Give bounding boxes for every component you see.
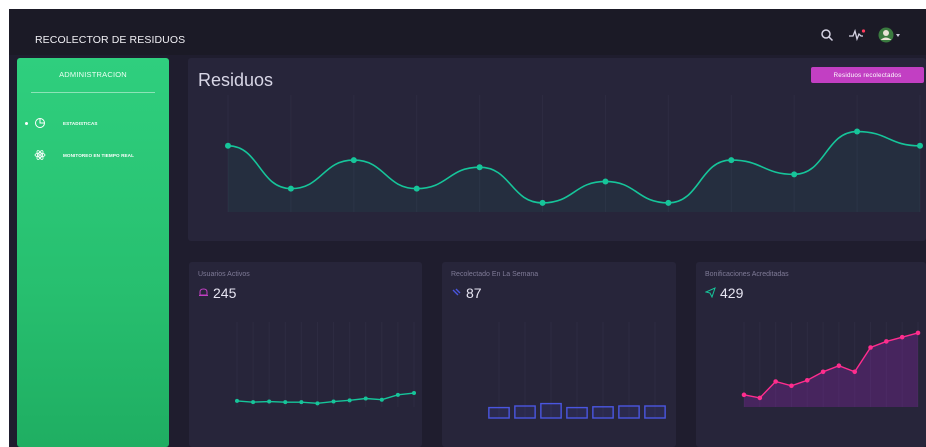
data-point [476,164,483,171]
data-point [379,397,384,402]
series-area [228,131,920,212]
search-icon[interactable] [815,23,839,47]
usuarios-line-chart [235,322,416,407]
residuos-chart-card: Residuos Residuos recolectados [188,58,926,241]
top-navbar: RECOLECTOR DE RESIDUOS [9,9,926,55]
screen-frame-top [0,0,926,9]
active-indicator [25,121,28,125]
data-point [363,396,368,401]
data-point [299,400,304,405]
data-point [235,398,239,403]
data-point [347,398,352,403]
activity-icon[interactable] [845,23,869,47]
usuarios-activos-card: Usuarios Activos 245 [189,262,422,447]
sidebar-item-estadisticas[interactable]: ESTADISTICAS [17,114,169,132]
data-point [804,377,810,383]
bonificaciones-card: Bonificaciones Acreditadas 429 [696,262,926,447]
data-point [395,392,400,397]
data-point [412,391,416,396]
data-point [836,363,842,369]
data-point [791,171,798,178]
data-point [251,400,256,405]
chart-pie-icon [34,117,46,129]
data-point [917,142,923,149]
data-point [602,178,609,185]
sidebar-item-label: MONITOREO EN TIEMPO REAL [63,152,134,158]
data-point [820,369,826,375]
bar [566,406,588,419]
data-point [283,400,288,405]
data-point [915,330,921,336]
sidebar-item-label: ESTADISTICAS [63,120,98,126]
screen-frame-left [0,0,9,447]
data-point [413,185,420,192]
data-point [331,399,336,404]
data-point [868,345,873,350]
data-point [287,185,294,192]
series-line [236,392,415,405]
data-point [539,199,546,206]
sidebar-header: ADMINISTRACION [59,70,127,79]
data-point [757,395,763,401]
residuos-line-chart [225,95,923,212]
bar [540,402,562,419]
avatar-icon[interactable] [877,23,901,47]
data-point [899,334,905,340]
data-point [773,379,778,384]
bar [618,405,640,419]
bonificaciones-line-chart [741,322,921,407]
bar [644,405,666,419]
recolectado-semana-card: Recolectado En La Semana 87 [442,262,676,447]
bar [514,405,536,419]
data-point [315,401,320,406]
data-point [350,157,357,164]
data-point [728,157,735,164]
data-point [852,369,858,375]
app-title: RECOLECTOR DE RESIDUOS [35,34,186,46]
bar [488,406,510,419]
data-point [267,399,272,404]
data-point [225,142,231,149]
bar [592,406,614,419]
sidebar: ADMINISTRACION ESTADISTICAS MONITOREO EN… [17,58,169,447]
sidebar-divider [31,92,155,93]
series-area [744,332,918,407]
data-point [884,339,889,344]
data-point [741,392,747,398]
data-point [854,128,861,135]
data-point [665,199,672,206]
recolectado-bar-chart [488,322,666,419]
sidebar-item-monitoreo[interactable]: MONITOREO EN TIEMPO REAL [17,146,169,164]
atom-icon [34,149,46,161]
data-point [789,383,794,389]
